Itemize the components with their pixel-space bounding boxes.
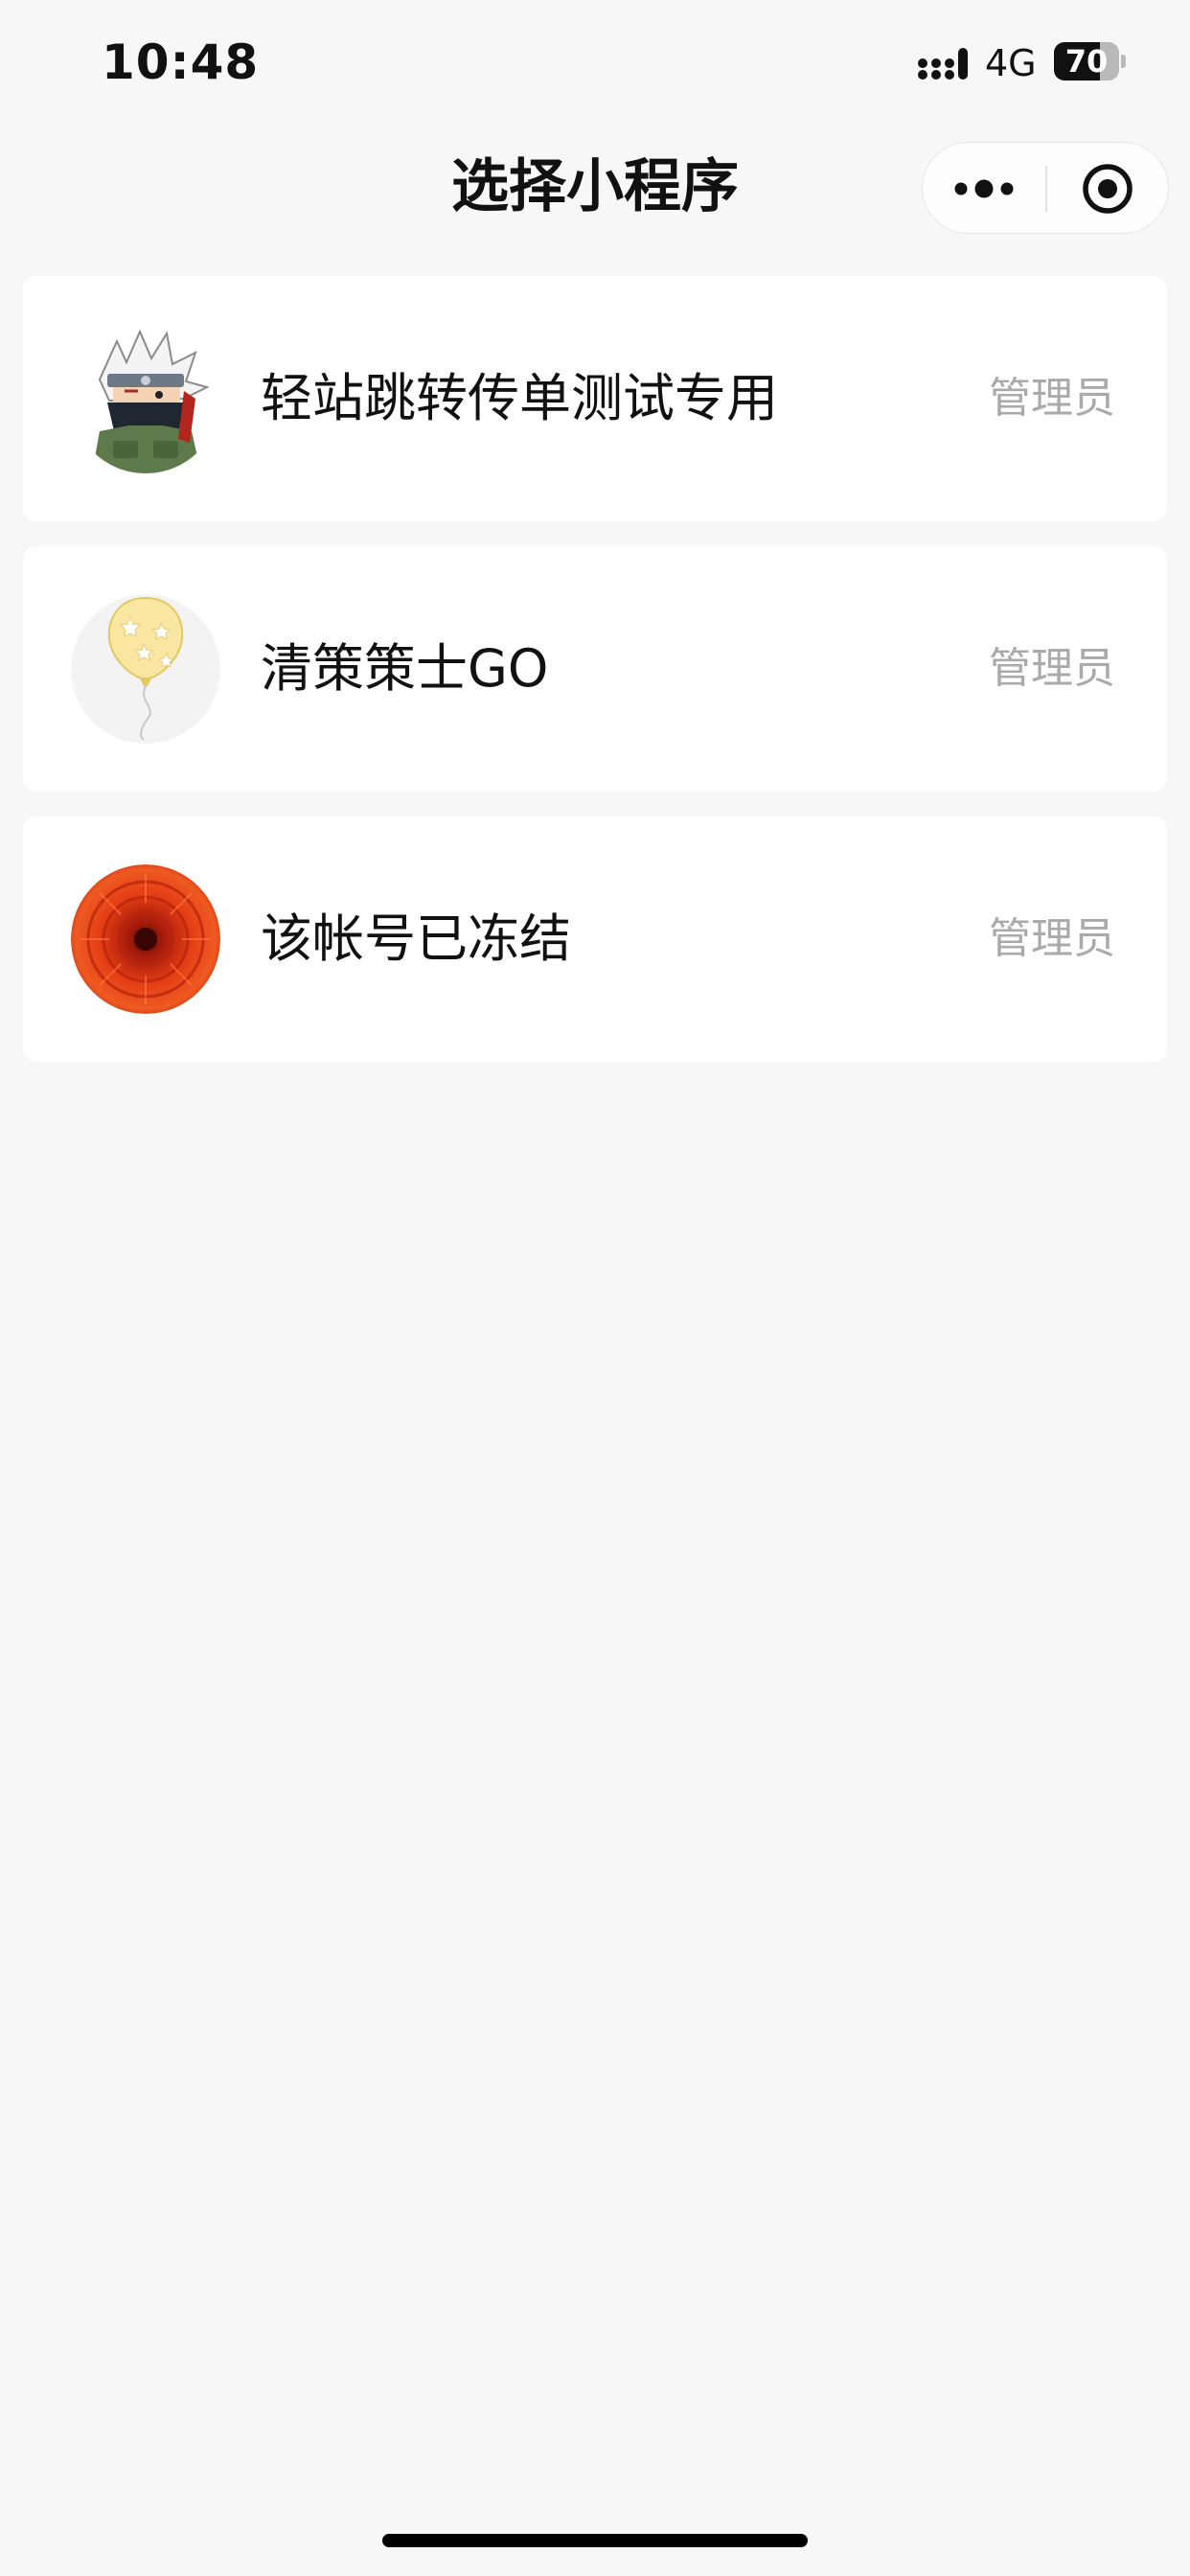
battery-icon: 70	[1054, 42, 1126, 80]
more-button[interactable]	[923, 143, 1045, 235]
miniprogram-capsule	[922, 142, 1169, 234]
status-bar: 10:48 4G 70	[0, 0, 1190, 125]
status-time: 10:48	[102, 34, 260, 90]
cellular-signal-icon	[918, 48, 968, 80]
role-label: 管理员	[989, 644, 1115, 693]
target-close-icon	[1083, 164, 1133, 214]
more-dots-icon	[954, 179, 1014, 198]
list-item-app-1[interactable]: 轻站跳转传单测试专用 管理员	[23, 276, 1167, 521]
ninja-avatar-icon	[71, 324, 220, 473]
list-item-app-2[interactable]: 清策策士GO 管理员	[23, 546, 1167, 792]
role-label: 管理员	[989, 374, 1115, 423]
home-indicator	[382, 2534, 808, 2547]
app-name: 轻站跳转传单测试专用	[261, 368, 778, 428]
red-flower-avatar-icon	[71, 864, 220, 1014]
close-button[interactable]	[1046, 143, 1169, 235]
battery-percent: 70	[1064, 43, 1109, 80]
app-name: 该帐号已冻结	[261, 908, 571, 969]
app-avatar	[71, 324, 220, 473]
app-avatar	[71, 864, 220, 1014]
star-balloon-avatar-icon	[71, 594, 220, 744]
app-avatar	[71, 594, 220, 744]
network-type: 4G	[985, 42, 1037, 84]
list-item-app-3[interactable]: 该帐号已冻结 管理员	[23, 816, 1167, 1062]
app-name: 清策策士GO	[261, 638, 549, 699]
role-label: 管理员	[989, 914, 1115, 963]
